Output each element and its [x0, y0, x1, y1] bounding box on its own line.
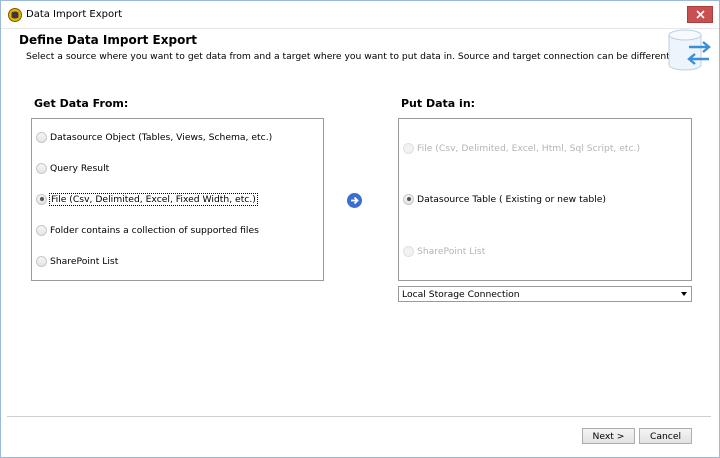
title-bar[interactable]: Data Import Export — [1, 1, 719, 29]
radio-button-disabled — [403, 142, 414, 154]
dialog-window: Data Import Export Define Data Import Ex… — [0, 0, 720, 458]
radio-button-selected[interactable] — [36, 193, 47, 205]
target-options-panel: File (Csv, Delimited, Excel, Html, Sql S… — [398, 118, 692, 281]
connection-select-value: Local Storage Connection — [402, 289, 520, 300]
radio-button-selected[interactable] — [403, 193, 414, 205]
page-subtitle: Select a source where you want to get da… — [26, 51, 673, 62]
radio-button[interactable] — [36, 255, 47, 267]
page-title: Define Data Import Export — [19, 33, 197, 47]
cancel-button[interactable]: Cancel — [639, 428, 692, 444]
target-option-sharepoint: SharePoint List — [403, 244, 485, 258]
window-title: Data Import Export — [26, 9, 123, 20]
source-section-label: Get Data From: — [34, 97, 129, 110]
target-option-datasource-table[interactable]: Datasource Table ( Existing or new table… — [403, 192, 606, 206]
radio-button[interactable] — [36, 162, 47, 174]
radio-button-disabled — [403, 245, 414, 257]
arrow-right-icon — [347, 193, 362, 208]
next-button[interactable]: Next > — [582, 428, 635, 444]
footer-divider — [7, 416, 711, 417]
radio-button[interactable] — [36, 131, 47, 143]
target-option-file: File (Csv, Delimited, Excel, Html, Sql S… — [403, 141, 640, 155]
source-option-sharepoint[interactable]: SharePoint List — [36, 254, 118, 268]
source-option-datasource-object[interactable]: Datasource Object (Tables, Views, Schema… — [36, 130, 272, 144]
source-option-query-result[interactable]: Query Result — [36, 161, 109, 175]
page-header: Define Data Import Export Select a sourc… — [1, 29, 719, 71]
target-section-label: Put Data in: — [401, 97, 476, 110]
source-option-file[interactable]: File (Csv, Delimited, Excel, Fixed Width… — [36, 192, 258, 206]
data-transfer-icon — [668, 29, 711, 71]
close-button[interactable] — [687, 6, 713, 23]
connection-select[interactable]: Local Storage Connection — [398, 286, 692, 302]
chevron-down-icon[interactable] — [681, 292, 687, 296]
close-icon — [696, 10, 705, 19]
source-options-panel: Datasource Object (Tables, Views, Schema… — [31, 118, 324, 281]
database-app-icon — [8, 8, 22, 22]
source-option-folder[interactable]: Folder contains a collection of supporte… — [36, 223, 259, 237]
radio-button[interactable] — [36, 224, 47, 236]
